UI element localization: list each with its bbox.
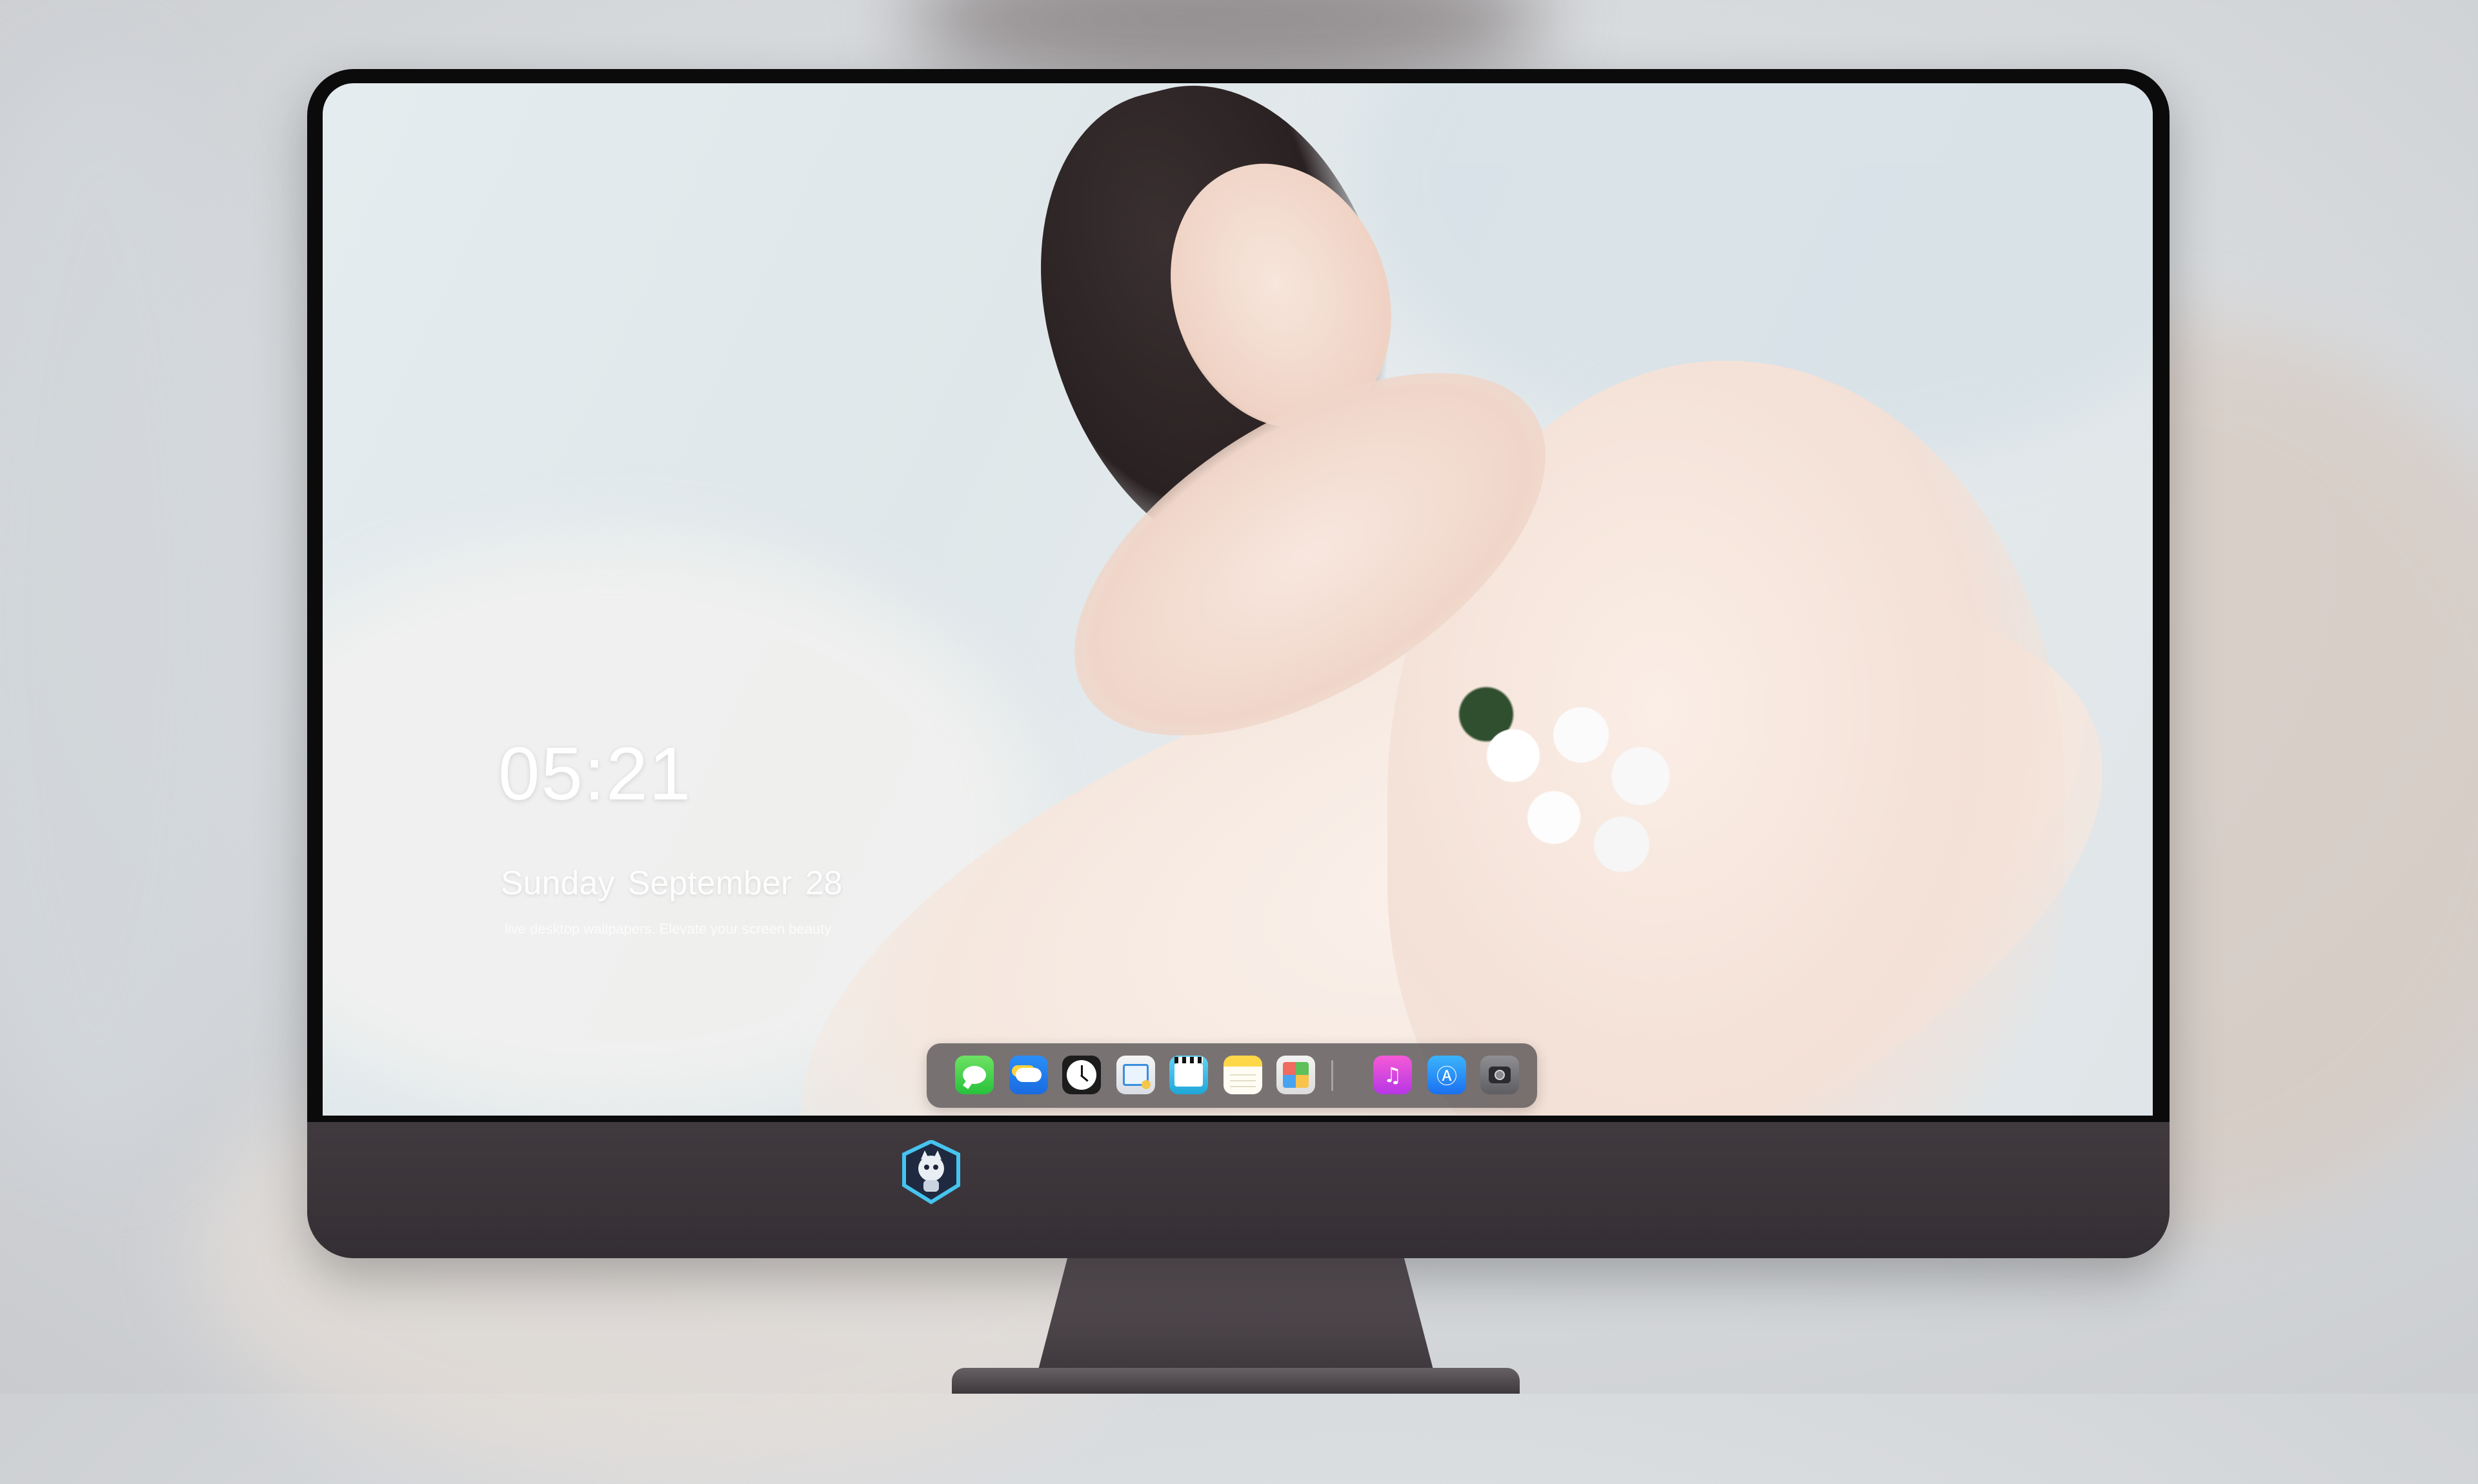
lockscreen-date: Sunday September 28: [501, 865, 843, 902]
preview-icon[interactable]: [1116, 1056, 1155, 1094]
lockscreen-tagline: live desktop wallpapers. Elevate your sc…: [505, 921, 832, 937]
photos-icon[interactable]: [1276, 1056, 1315, 1094]
wallpaper-flowers: [1446, 683, 1717, 890]
music-icon[interactable]: ♫: [1373, 1056, 1412, 1094]
dock-separator: [1331, 1060, 1333, 1091]
camera-icon[interactable]: [1480, 1056, 1519, 1094]
brand-logo-icon: [902, 1140, 960, 1205]
monitor: 05:21 Sunday September 28 live desktop w…: [307, 69, 2170, 1258]
lock-screen[interactable]: 05:21 Sunday September 28 live desktop w…: [323, 83, 2153, 1116]
background-blur: [0, 65, 258, 1161]
clock-icon[interactable]: [1062, 1056, 1101, 1094]
messages-icon[interactable]: [955, 1056, 994, 1094]
notes-icon[interactable]: [1224, 1056, 1262, 1094]
weather-icon[interactable]: [1009, 1056, 1048, 1094]
monitor-stand-base: [952, 1368, 1520, 1394]
lockscreen-time: 05:21: [498, 732, 692, 816]
app-store-icon[interactable]: Ⓐ: [1427, 1056, 1466, 1094]
dock: ♫ Ⓐ: [927, 1043, 1537, 1108]
monitor-stand-neck: [1036, 1257, 1436, 1379]
monitor-chin: [307, 1122, 2170, 1258]
video-icon[interactable]: [1169, 1056, 1208, 1094]
